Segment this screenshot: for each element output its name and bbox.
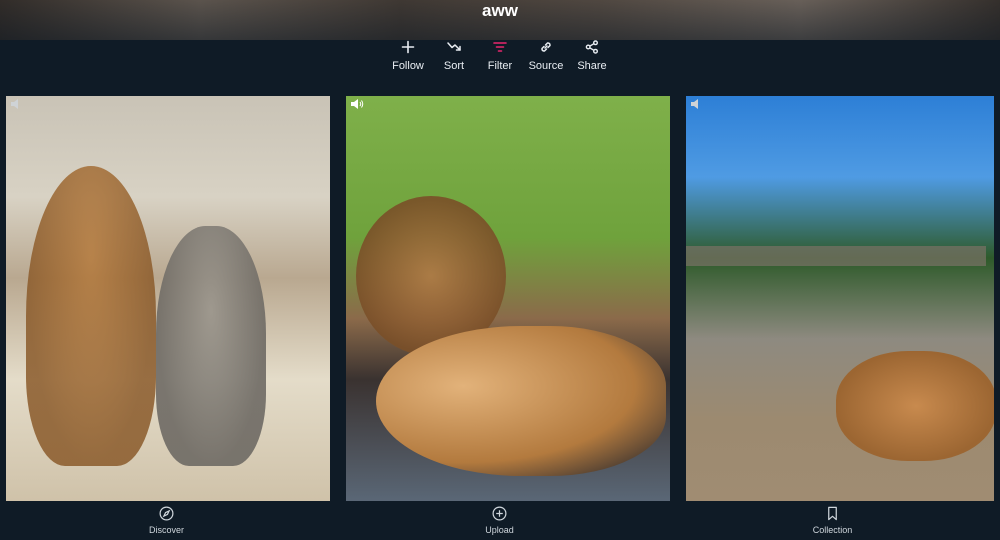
video-tile-dog-and-cat[interactable] [6, 96, 330, 501]
follow-label: Follow [392, 60, 424, 72]
plus-icon [401, 40, 415, 54]
speaker-icon[interactable] [10, 98, 24, 110]
video-thumbnail-railing [686, 246, 986, 266]
share-label: Share [577, 60, 607, 72]
upload-label: Upload [485, 525, 514, 535]
source-label: Source [528, 60, 564, 72]
bookmark-icon [828, 506, 837, 521]
video-tile-french-bulldog[interactable] [686, 96, 994, 501]
filter-icon [493, 42, 507, 52]
share-button[interactable]: Share [574, 40, 610, 88]
video-tile-guitar-and-dog[interactable] [346, 96, 670, 501]
speaker-icon[interactable] [690, 98, 704, 110]
collection-label: Collection [812, 525, 853, 535]
bottom-navigation: Discover Upload Collection [0, 502, 1000, 540]
compass-icon [159, 506, 174, 521]
header-banner: aww [0, 0, 1000, 40]
toolbar: Follow Sort Filter Source Share [0, 40, 1000, 88]
video-thumbnail-dog [26, 166, 156, 466]
speaker-icon[interactable] [350, 98, 364, 110]
link-icon [541, 42, 551, 52]
share-icon [585, 40, 598, 54]
collection-nav-item[interactable]: Collection [666, 502, 999, 540]
video-thumbnail-cat [156, 226, 266, 466]
upload-plus-icon [492, 506, 507, 521]
video-thumbnail-bulldog [836, 351, 994, 461]
discover-nav-item[interactable]: Discover [0, 502, 333, 540]
trend-down-icon [447, 42, 461, 51]
discover-label: Discover [148, 525, 184, 535]
subreddit-title: aww [482, 1, 518, 20]
filter-label: Filter [487, 60, 513, 72]
sort-label: Sort [443, 60, 465, 72]
follow-button[interactable]: Follow [390, 40, 426, 88]
filter-button[interactable]: Filter [482, 40, 518, 88]
source-button[interactable]: Source [528, 40, 564, 88]
sort-button[interactable]: Sort [436, 40, 472, 88]
video-thumbnail-dog [376, 326, 666, 476]
upload-nav-item[interactable]: Upload [333, 502, 666, 540]
